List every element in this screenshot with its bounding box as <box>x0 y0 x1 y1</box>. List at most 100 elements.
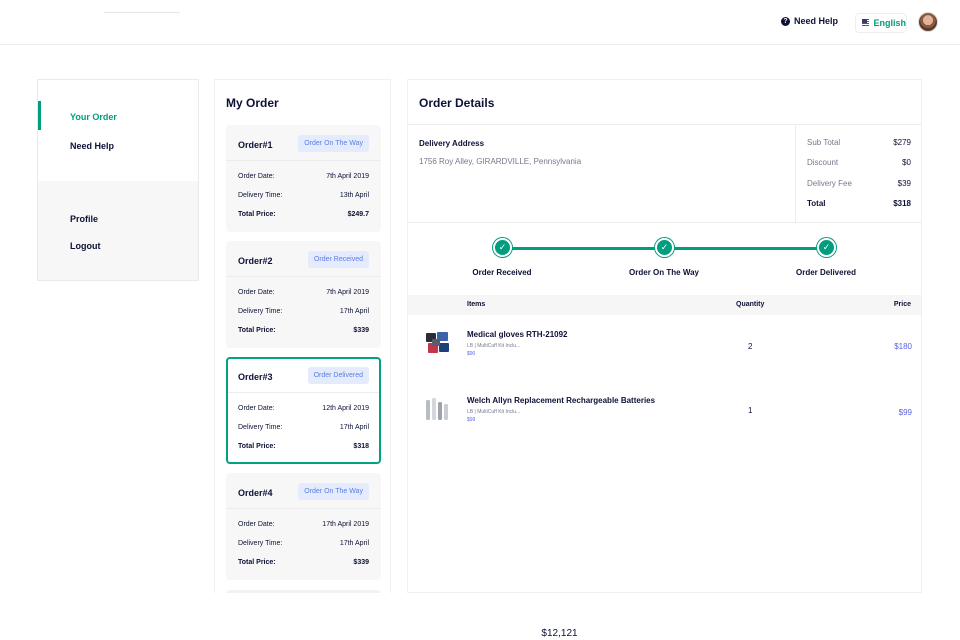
summary-label: Sub Total <box>807 138 841 147</box>
order-date-row: Order Date: 12th April 2019 <box>238 405 369 412</box>
order-date-value: 12th April 2019 <box>322 405 369 412</box>
sidebar-item-profile[interactable]: Profile <box>70 214 98 224</box>
divider <box>408 124 921 125</box>
user-avatar[interactable] <box>918 12 938 32</box>
order-card-partial[interactable] <box>226 590 381 593</box>
order-date-label: Order Date: <box>238 173 275 180</box>
total-price-label: Total Price: <box>238 211 276 218</box>
total-price-value: $318 <box>353 443 369 450</box>
us-flag-icon <box>862 19 870 27</box>
total-price-row: Total Price: $249.7 <box>238 211 369 218</box>
delivery-time-label: Delivery Time: <box>238 192 283 199</box>
items-header: Items <box>467 301 486 308</box>
delivery-address-label: Delivery Address <box>419 139 485 148</box>
item-unit-price: $90 <box>467 351 476 357</box>
delivery-time-label: Delivery Time: <box>238 424 283 431</box>
summary-value: $0 <box>902 158 911 167</box>
order-card[interactable]: Order#4 Order On The Way Order Date: 17th… <box>226 473 381 580</box>
total-price-value: $249.7 <box>347 211 369 218</box>
delivery-time-value: 13th April <box>339 192 369 199</box>
order-details-panel: Order Details Delivery Address 1756 Roy … <box>407 79 922 593</box>
order-date-value: 17th April 2019 <box>322 521 369 528</box>
quantity-header: Quantity <box>736 301 765 308</box>
summary-value: $39 <box>897 179 911 188</box>
check-icon: ✓ <box>493 238 512 257</box>
step-label: Order Delivered <box>795 268 857 277</box>
delivery-time-value: 17th April <box>339 424 369 431</box>
divider <box>408 222 921 223</box>
summary-label: Discount <box>807 158 839 167</box>
item-quantity: 1 <box>748 406 753 415</box>
my-order-panel: My Order Order#1 Order On The Way Order … <box>214 79 391 593</box>
language-label: English <box>873 18 906 28</box>
help-icon: ? <box>781 16 790 26</box>
order-details-title: Order Details <box>419 96 495 110</box>
order-card[interactable]: Order#2 Order Received Order Date: 7th Ap… <box>226 241 381 348</box>
step-label: Order On The Way <box>629 268 699 277</box>
order-date-label: Order Date: <box>238 405 275 412</box>
order-card-selected[interactable]: Order#3 Order Delivered Order Date: 12th … <box>226 357 381 464</box>
delivery-time-row: Delivery Time: 13th April <box>238 192 369 199</box>
order-number: Order#2 <box>238 256 273 266</box>
order-date-row: Order Date: 7th April 2019 <box>238 173 369 180</box>
summary-value: $279 <box>893 138 911 147</box>
total-price-row: Total Price: $339 <box>238 327 369 334</box>
language-selector[interactable]: English <box>855 13 907 33</box>
step-label: Order Received <box>472 268 532 277</box>
total-price-label: Total Price: <box>238 443 276 450</box>
price-header: Price <box>893 301 911 308</box>
summary-label: Delivery Fee <box>807 179 852 188</box>
card-divider <box>228 392 379 393</box>
total-price-value: $339 <box>353 559 369 566</box>
product-image <box>426 332 449 353</box>
total-price-row: Total Price: $318 <box>238 443 369 450</box>
order-date-row: Order Date: 17th April 2019 <box>238 521 369 528</box>
summary-row: Sub Total $279 <box>807 138 911 147</box>
status-badge: Order On The Way <box>298 483 369 500</box>
sidebar-item-need-help[interactable]: Need Help <box>70 141 114 151</box>
status-badge: Order Received <box>307 251 369 268</box>
delivery-time-value: 17th April <box>339 308 369 315</box>
status-badge: Order Delivered <box>307 367 369 384</box>
card-divider <box>226 160 381 161</box>
active-indicator <box>38 101 41 130</box>
total-price-row: Total Price: $339 <box>238 559 369 566</box>
sidebar-item-your-order[interactable]: Your Order <box>70 112 117 122</box>
total-price-label: Total Price: <box>238 327 276 334</box>
order-card[interactable]: Order#1 Order On The Way Order Date: 7th … <box>226 125 381 232</box>
summary-divider <box>795 125 796 222</box>
logo-placeholder[interactable] <box>104 12 180 13</box>
product-image <box>426 398 448 420</box>
order-number: Order#3 <box>238 372 273 382</box>
top-header: ? Need Help English <box>0 0 960 45</box>
delivery-time-label: Delivery Time: <box>238 308 283 315</box>
footer-total: $12,121 <box>541 628 578 639</box>
sidebar-item-logout[interactable]: Logout <box>70 241 101 251</box>
order-date-row: Order Date: 7th April 2019 <box>238 289 369 296</box>
total-price-label: Total Price: <box>238 559 276 566</box>
summary-value: $318 <box>893 199 911 208</box>
sidebar-top-section: Your Order Need Help <box>38 80 198 181</box>
item-meta: LB | MultiCuff Kit Inclu... <box>467 409 521 415</box>
item-unit-price: $99 <box>467 417 476 423</box>
summary-total-row: Total $318 <box>807 199 911 208</box>
delivery-time-row: Delivery Time: 17th April <box>238 424 369 431</box>
account-sidebar: Your Order Need Help Profile Logout <box>37 79 199 281</box>
card-divider <box>226 276 381 277</box>
order-date-value: 7th April 2019 <box>326 289 369 296</box>
card-divider <box>226 508 381 509</box>
item-price: $99 <box>898 408 912 417</box>
check-icon: ✓ <box>817 238 836 257</box>
total-price-value: $339 <box>353 327 369 334</box>
order-date-label: Order Date: <box>238 521 275 528</box>
summary-label: Total <box>807 199 826 208</box>
delivery-time-row: Delivery Time: 17th April <box>238 308 369 315</box>
check-icon: ✓ <box>655 238 674 257</box>
item-meta: LB | MultiCuff Kit Inclu... <box>467 343 521 349</box>
delivery-time-row: Delivery Time: 17th April <box>238 540 369 547</box>
order-number: Order#4 <box>238 488 273 498</box>
need-help-link[interactable]: ? Need Help <box>781 16 838 26</box>
status-badge: Order On The Way <box>298 135 369 152</box>
order-date-label: Order Date: <box>238 289 275 296</box>
item-price: $180 <box>894 342 912 351</box>
